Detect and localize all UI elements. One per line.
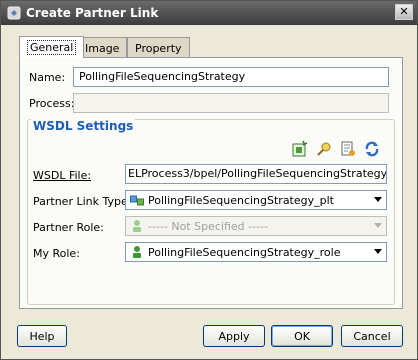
partner-role-label: Partner Role:: [33, 221, 104, 234]
my-role-label: My Role:: [33, 247, 80, 260]
tab-image[interactable]: Image: [77, 37, 128, 58]
partner-role-value: ----- Not Specified -----: [148, 219, 268, 233]
chevron-down-icon: [374, 197, 382, 202]
tab-image-label: Image: [85, 41, 120, 55]
parse-wsdl-icon[interactable]: [339, 140, 357, 158]
partner-link-type-value: PollingFileSequencingStrategy_plt: [148, 193, 334, 207]
chevron-down-icon: [374, 223, 382, 228]
tab-general-label: General: [27, 40, 77, 55]
cancel-button[interactable]: Cancel: [341, 325, 403, 347]
service-explorer-icon[interactable]: [291, 140, 309, 158]
role-icon: [133, 246, 141, 258]
wsdl-file-input[interactable]: ELProcess3/bpel/PollingFileSequencingStr…: [125, 164, 387, 184]
ok-button[interactable]: OK: [271, 325, 333, 347]
help-button-label: Help: [29, 329, 55, 343]
apply-button[interactable]: Apply: [203, 325, 265, 347]
help-button[interactable]: Help: [17, 325, 67, 347]
define-service-icon[interactable]: [315, 140, 333, 158]
wsdl-settings-title: WSDL Settings: [31, 119, 136, 133]
cancel-button-label: Cancel: [353, 329, 391, 343]
partner-link-type-select[interactable]: PollingFileSequencingStrategy_plt: [125, 190, 387, 210]
window-title: Create Partner Link: [26, 6, 159, 20]
refresh-icon[interactable]: [363, 140, 381, 158]
process-input: [73, 93, 389, 113]
close-button[interactable]: ✕: [395, 4, 413, 20]
dialog-window: Create Partner Link ✕ General Image Prop…: [0, 0, 418, 360]
tab-property-label: Property: [135, 41, 182, 55]
my-role-value: PollingFileSequencingStrategy_role: [148, 245, 341, 259]
wsdl-file-label: WSDL File:: [33, 169, 92, 182]
partner-role-select: ----- Not Specified -----: [125, 216, 387, 236]
tab-property[interactable]: Property: [127, 37, 190, 58]
partner-link-type-icon: [130, 195, 144, 206]
dialog-app-icon: [7, 6, 21, 20]
partner-role-icon: [133, 220, 141, 232]
title-bar: Create Partner Link ✕: [1, 1, 417, 25]
apply-button-label: Apply: [218, 329, 250, 343]
my-role-select[interactable]: PollingFileSequencingStrategy_role: [125, 242, 387, 262]
partner-link-type-label: Partner Link Type:: [33, 195, 132, 208]
chevron-down-icon: [374, 249, 382, 254]
process-label: Process:: [29, 97, 75, 110]
ok-button-label: OK: [294, 329, 310, 343]
tab-general[interactable]: General: [19, 36, 85, 58]
name-input[interactable]: PollingFileSequencingStrategy: [73, 67, 389, 87]
name-label: Name:: [29, 71, 66, 84]
